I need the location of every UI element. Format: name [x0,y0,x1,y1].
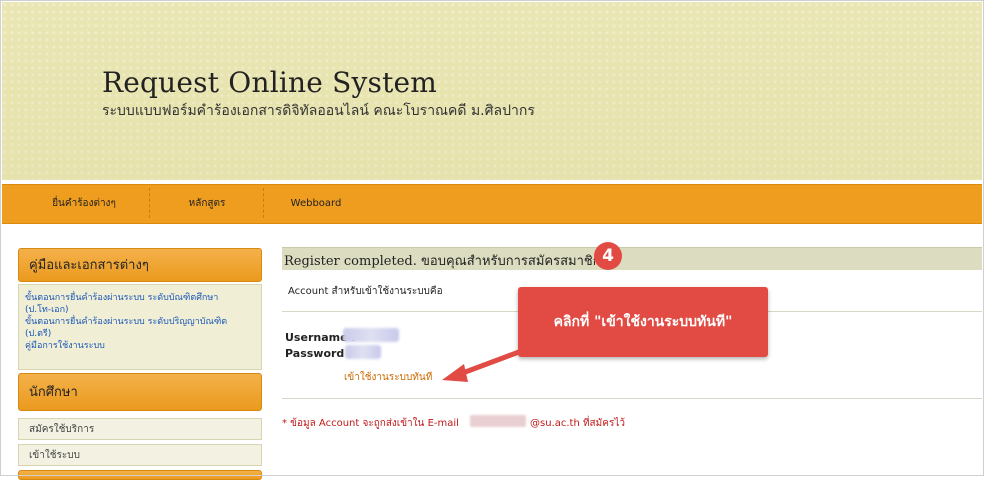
sidebar-guides-heading: คู่มือและเอกสารต่างๆ [18,248,262,282]
nav-item-requests[interactable]: ยื่นคำร้องต่างๆ [22,185,146,223]
sidebar-guides-box: ขั้นตอนการยื่นคำร้องผ่านระบบ ระดับบัณฑิต… [18,284,262,370]
email-info-note: * ข้อมูล Account จะถูกส่งเข้าใน E-mail [282,418,459,429]
sidebar-next-heading [18,470,262,480]
instruction-callout: คลิกที่ "เข้าใช้งานระบบทันที" [518,287,768,357]
login-now-link[interactable]: เข้าใช้งานระบบทันที [344,370,432,385]
site-title: Request Online System [102,66,438,99]
username-value-redacted [343,328,399,342]
nav-item-curriculum[interactable]: หลักสูตร [152,185,262,223]
sidebar-students-heading: นักศึกษา [18,373,262,411]
site-subtitle: ระบบแบบฟอร์มคำร้องเอกสารดิจิทัลออนไลน์ ค… [102,103,535,119]
account-note: Account สำหรับเข้าใช้งานระบบคือ [288,286,443,297]
guide-link-graduate[interactable]: ขั้นตอนการยื่นคำร้องผ่านระบบ ระดับบัณฑิต… [19,292,261,304]
nav-divider [263,188,264,218]
step-badge: 4 [594,242,622,270]
divider [282,398,982,399]
guide-link-undergraduate[interactable]: ขั้นตอนการยื่นคำร้องผ่านระบบ ระดับปริญญา… [19,316,261,328]
nav-divider [149,188,150,218]
email-info-tail: @su.ac.th ที่สมัครไว้ [530,418,625,429]
sidebar-item-register[interactable]: สมัครใช้บริการ [18,418,262,440]
guide-link-graduate-level[interactable]: (ป.โท-เอก) [19,304,261,316]
callout-arrow-icon [442,343,538,382]
sidebar-item-login[interactable]: เข้าใช้ระบบ [18,444,262,466]
guide-link-manual[interactable]: คู่มือการใช้งานระบบ [19,340,261,352]
register-message: Register completed. ขอบคุณสำหรับการสมัคร… [284,254,601,269]
guide-link-undergraduate-level[interactable]: (ป.ตรี) [19,328,261,340]
password-label: Password : [285,347,353,360]
email-redacted [470,415,526,427]
nav-item-webboard[interactable]: Webboard [272,185,360,223]
password-value-redacted [345,345,381,359]
